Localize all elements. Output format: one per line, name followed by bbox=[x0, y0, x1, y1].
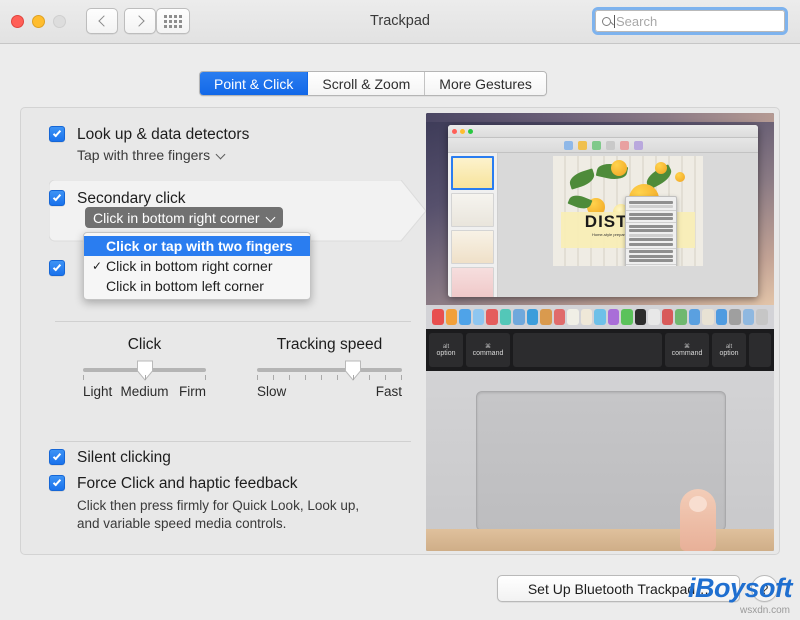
demo-dock bbox=[426, 305, 774, 329]
demo-key-command-left: ⌘ command bbox=[466, 333, 510, 367]
demo-context-menu bbox=[625, 196, 677, 266]
demo-key-option-right: alt option bbox=[712, 333, 746, 367]
demo-thumb-4 bbox=[451, 267, 494, 297]
tab-scroll-and-zoom[interactable]: Scroll & Zoom bbox=[308, 72, 426, 95]
slider-tracking-ticks bbox=[257, 375, 402, 382]
menu-item-label: Click in bottom left corner bbox=[106, 278, 264, 294]
text-caret bbox=[614, 14, 615, 28]
menu-item-two-fingers[interactable]: Click or tap with two fingers bbox=[84, 236, 310, 256]
slider-tracking-track[interactable] bbox=[257, 360, 402, 381]
tab-bar: Point & Click Scroll & Zoom More Gesture… bbox=[199, 71, 547, 96]
option-lookup-data-detectors[interactable]: Look up & data detectors Tap with three … bbox=[49, 126, 249, 163]
option-force-click-description: Click then press firmly for Quick Look, … bbox=[77, 498, 360, 532]
slider-click[interactable]: Click Light Medium Firm bbox=[83, 336, 206, 399]
slider-tracking-label-fast: Fast bbox=[375, 384, 402, 399]
secondary-click-selected-value: Click in bottom right corner bbox=[93, 209, 260, 226]
demo-zoom-icon bbox=[468, 129, 473, 134]
demo-poster: DISTRICT Home-style preparations for you… bbox=[553, 156, 703, 266]
slider-tracking-speed[interactable]: Tracking speed Slow Fast bbox=[257, 336, 402, 399]
checkbox-silent-clicking[interactable] bbox=[49, 449, 65, 465]
slider-click-ticks bbox=[83, 375, 206, 382]
preferences-panel: Look up & data detectors Tap with three … bbox=[20, 107, 780, 555]
menu-item-label: Click in bottom right corner bbox=[106, 258, 273, 274]
checkbox-lookup[interactable] bbox=[49, 126, 65, 142]
menu-item-bottom-right[interactable]: ✓ Click in bottom right corner bbox=[84, 256, 310, 276]
demo-mac-screen: DISTRICT Home-style preparations for you… bbox=[426, 113, 774, 329]
demo-key-option-left: alt option bbox=[429, 333, 463, 367]
gesture-demo-video: DISTRICT Home-style preparations for you… bbox=[426, 113, 774, 551]
demo-finger bbox=[680, 489, 716, 551]
slider-tracking-label-slow: Slow bbox=[257, 384, 287, 399]
demo-desk-surface bbox=[426, 529, 774, 551]
demo-thumb-2 bbox=[451, 193, 494, 227]
window-titlebar: Trackpad Search bbox=[0, 0, 800, 44]
menu-item-bottom-left[interactable]: Click in bottom left corner bbox=[84, 276, 310, 296]
demo-window-body: DISTRICT Home-style preparations for you… bbox=[448, 153, 758, 297]
demo-key-command-right: ⌘ command bbox=[665, 333, 709, 367]
slider-click-track[interactable] bbox=[83, 360, 206, 381]
demo-key-space bbox=[513, 333, 662, 367]
demo-canvas: DISTRICT Home-style preparations for you… bbox=[498, 153, 758, 297]
option-lookup-value-row[interactable]: Tap with three fingers bbox=[77, 147, 249, 163]
option-secondary-click[interactable]: Secondary click bbox=[49, 190, 186, 208]
demo-page-thumbnails bbox=[448, 153, 498, 297]
search-field[interactable]: Search bbox=[592, 7, 788, 35]
demo-menu-bar bbox=[426, 113, 774, 122]
option-lookup-value: Tap with three fingers bbox=[77, 147, 211, 163]
demo-close-icon bbox=[452, 129, 457, 134]
menu-item-checkmark: ✓ bbox=[91, 259, 103, 273]
watermark-sub: wsxdn.com bbox=[739, 605, 790, 616]
option-secondary-click-title: Secondary click bbox=[77, 190, 186, 207]
slider-click-label-light: Light bbox=[83, 384, 113, 399]
demo-palm-rest bbox=[426, 371, 774, 551]
search-placeholder: Search bbox=[616, 13, 658, 29]
slider-tracking-title: Tracking speed bbox=[276, 336, 383, 353]
slider-click-labels: Light Medium Firm bbox=[83, 384, 206, 399]
divider-top bbox=[55, 321, 411, 322]
search-input[interactable]: Search bbox=[595, 10, 785, 32]
chevron-down-icon[interactable] bbox=[265, 212, 275, 223]
option-force-click-title: Force Click and haptic feedback bbox=[77, 475, 298, 492]
options-column: Look up & data detectors Tap with three … bbox=[21, 108, 427, 554]
chevron-down-icon[interactable] bbox=[215, 149, 226, 160]
secondary-click-dropdown-menu[interactable]: Click or tap with two fingers ✓ Click in… bbox=[83, 232, 311, 300]
tab-more-gestures[interactable]: More Gestures bbox=[425, 72, 546, 95]
checkbox-secondary-click[interactable] bbox=[49, 190, 65, 206]
demo-thumb-3 bbox=[451, 230, 494, 264]
slider-click-label-medium: Medium bbox=[120, 384, 169, 399]
slider-click-title: Click bbox=[127, 336, 162, 353]
demo-toolbar bbox=[448, 138, 758, 153]
tab-point-and-click[interactable]: Point & Click bbox=[200, 72, 309, 95]
checkbox-third-option[interactable] bbox=[49, 260, 65, 276]
demo-pages-window: DISTRICT Home-style preparations for you… bbox=[448, 125, 758, 297]
watermark-brand: iBoysoft bbox=[688, 573, 793, 603]
slider-click-label-firm: Firm bbox=[179, 384, 206, 399]
option-third-hidden[interactable] bbox=[49, 260, 65, 276]
option-silent-clicking-title: Silent clicking bbox=[77, 449, 171, 466]
option-lookup-title: Look up & data detectors bbox=[77, 126, 250, 143]
demo-window-titlebar bbox=[448, 125, 758, 138]
demo-thumb-1 bbox=[451, 156, 494, 190]
demo-key-arrow bbox=[749, 333, 771, 367]
secondary-click-popup-button[interactable]: Click in bottom right corner bbox=[85, 207, 283, 228]
checkbox-force-click[interactable] bbox=[49, 475, 65, 491]
menu-item-label: Click or tap with two fingers bbox=[106, 238, 293, 254]
option-silent-clicking[interactable]: Silent clicking bbox=[49, 449, 171, 467]
demo-keyboard: alt option ⌘ command ⌘ command alt optio… bbox=[426, 329, 774, 371]
option-force-click[interactable]: Force Click and haptic feedback Click th… bbox=[49, 475, 387, 533]
search-icon bbox=[602, 16, 611, 26]
slider-tracking-labels: Slow Fast bbox=[257, 384, 402, 399]
divider-bottom bbox=[55, 441, 411, 442]
demo-minimize-icon bbox=[460, 129, 465, 134]
